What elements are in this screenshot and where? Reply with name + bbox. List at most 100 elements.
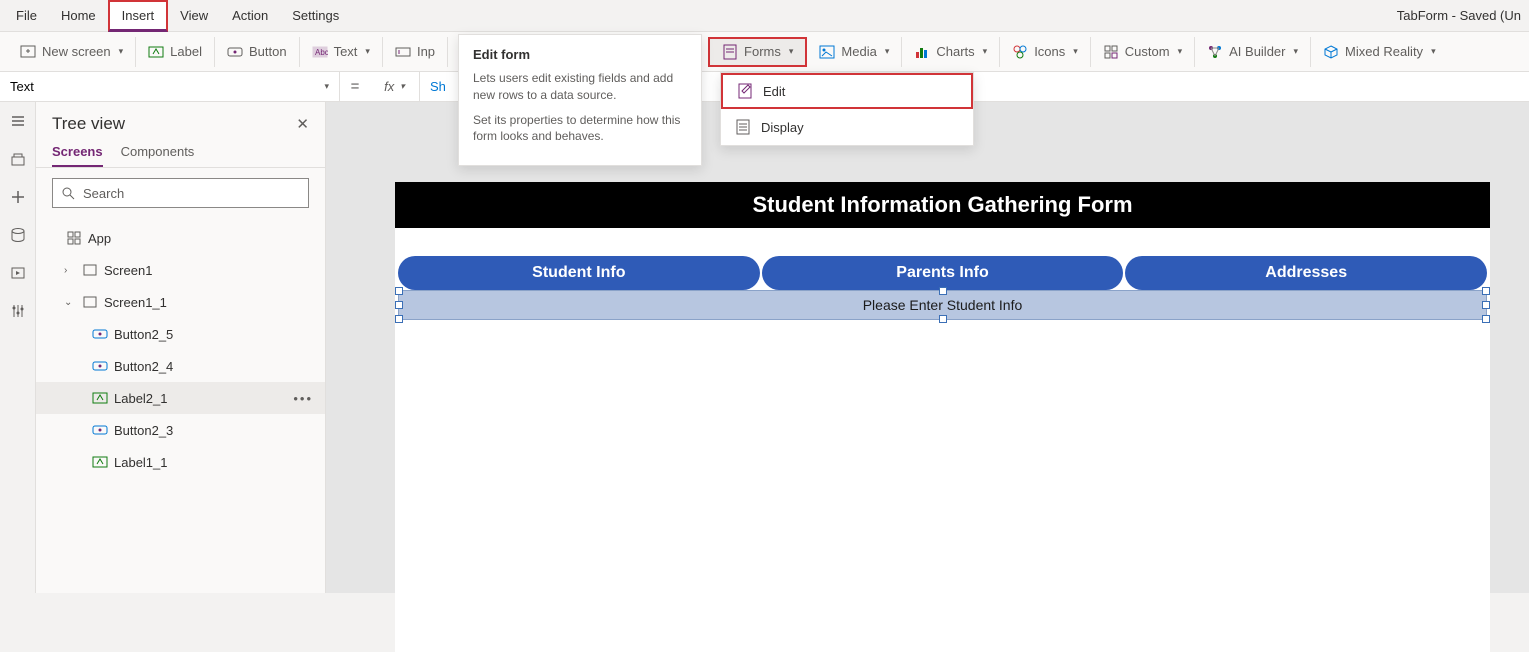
advanced-icon[interactable] <box>9 302 27 320</box>
new-screen-icon <box>20 44 36 60</box>
placeholder-text: Please Enter Student Info <box>863 297 1023 313</box>
text-button[interactable]: Abc Text ▾ <box>300 37 383 67</box>
tree-item-button2-5[interactable]: Button2_5 <box>36 318 325 350</box>
tree-item-label2-1[interactable]: Label2_1 ••• <box>36 382 325 414</box>
resize-handle[interactable] <box>1482 287 1490 295</box>
menu-file[interactable]: File <box>4 0 49 32</box>
screen-icon <box>82 294 98 310</box>
property-selector[interactable]: Text ▾ <box>0 72 340 102</box>
chevron-down-icon: ▾ <box>983 46 988 57</box>
button-icon <box>227 44 243 60</box>
resize-handle[interactable] <box>939 287 947 295</box>
label-button[interactable]: Label <box>136 37 215 67</box>
chevron-down-icon: ▾ <box>1178 46 1183 57</box>
menu-action[interactable]: Action <box>220 0 280 32</box>
form-title: Student Information Gathering Form <box>395 182 1490 228</box>
hamburger-icon[interactable] <box>9 112 27 130</box>
tree-item-label1-1[interactable]: Label1_1 <box>36 446 325 478</box>
ai-builder-icon <box>1207 44 1223 60</box>
tree-item-screen1-1[interactable]: ⌄ Screen1_1 <box>36 286 325 318</box>
charts-button[interactable]: Charts ▾ <box>902 37 1000 67</box>
mixed-reality-button[interactable]: Mixed Reality ▾ <box>1311 37 1448 67</box>
insert-icon[interactable] <box>9 188 27 206</box>
icons-label: Icons <box>1034 44 1065 59</box>
menu-view[interactable]: View <box>168 0 220 32</box>
resize-handle[interactable] <box>395 315 403 323</box>
resize-handle[interactable] <box>395 301 403 309</box>
chevron-down-icon: ▾ <box>119 46 124 57</box>
fx-label: fx <box>384 79 394 94</box>
custom-icon <box>1103 44 1119 60</box>
tree-view-icon[interactable] <box>9 150 27 168</box>
ribbon-toolbar: New screen ▾ Label Button Abc Text ▾ Inp… <box>0 32 1529 72</box>
menu-home[interactable]: Home <box>49 0 108 32</box>
chevron-down-icon: ▾ <box>324 81 329 92</box>
search-input[interactable]: Search <box>52 178 309 208</box>
svg-text:Abc: Abc <box>315 48 328 57</box>
chevron-down-icon: ▾ <box>1073 46 1078 57</box>
tree-item-label: Button2_5 <box>114 327 173 342</box>
input-button[interactable]: Inp <box>383 37 448 67</box>
button-button[interactable]: Button <box>215 37 300 67</box>
forms-button[interactable]: Forms ▾ <box>708 37 807 67</box>
tab-components[interactable]: Components <box>121 144 195 167</box>
menu-settings[interactable]: Settings <box>280 0 351 32</box>
selected-label-control[interactable]: Please Enter Student Info <box>398 290 1487 320</box>
custom-button[interactable]: Custom ▾ <box>1091 37 1195 67</box>
menu-insert[interactable]: Insert <box>108 0 169 32</box>
tab-addresses[interactable]: Addresses <box>1125 256 1487 290</box>
search-icon <box>61 186 75 200</box>
dropdown-item-edit[interactable]: Edit <box>721 73 973 109</box>
dropdown-display-label: Display <box>761 120 804 135</box>
fx-button[interactable]: fx ▾ <box>370 72 420 102</box>
ai-builder-button[interactable]: AI Builder ▾ <box>1195 37 1311 67</box>
tab-student-info[interactable]: Student Info <box>398 256 760 290</box>
screen-icon <box>82 262 98 278</box>
resize-handle[interactable] <box>1482 301 1490 309</box>
tree-item-button2-3[interactable]: Button2_3 <box>36 414 325 446</box>
dropdown-item-display[interactable]: Display <box>721 109 973 145</box>
close-icon[interactable]: ✕ <box>296 115 309 133</box>
tree-view-title: Tree view <box>52 114 125 134</box>
search-placeholder: Search <box>83 186 124 201</box>
media-button[interactable]: Media ▾ <box>807 37 902 67</box>
forms-dropdown: Edit Display <box>720 72 974 146</box>
dropdown-edit-label: Edit <box>763 84 785 99</box>
forms-icon <box>722 44 738 60</box>
chevron-down-icon: ▾ <box>885 46 890 57</box>
more-icon[interactable]: ••• <box>293 391 313 406</box>
icons-button[interactable]: Icons ▾ <box>1000 37 1091 67</box>
tree-item-button2-4[interactable]: Button2_4 <box>36 350 325 382</box>
input-icon <box>395 44 411 60</box>
text-label: Text <box>334 44 358 59</box>
tree-item-screen1[interactable]: › Screen1 <box>36 254 325 286</box>
button-icon <box>92 422 108 438</box>
resize-handle[interactable] <box>1482 315 1490 323</box>
mixed-reality-icon <box>1323 44 1339 60</box>
data-icon[interactable] <box>9 226 27 244</box>
resize-handle[interactable] <box>395 287 403 295</box>
left-rail <box>0 102 36 593</box>
property-selector-value: Text <box>10 79 34 94</box>
form-tab-row: Student Info Parents Info Addresses <box>395 256 1490 290</box>
tab-screens[interactable]: Screens <box>52 144 103 167</box>
tree-list: App › Screen1 ⌄ Screen1_1 Button2_5 Butt… <box>36 218 325 482</box>
new-screen-button[interactable]: New screen ▾ <box>8 37 136 67</box>
edit-form-icon <box>737 83 753 99</box>
tree-item-label: Button2_3 <box>114 423 173 438</box>
canvas[interactable]: Student Information Gathering Form Stude… <box>395 182 1490 652</box>
caret-down-icon: ⌄ <box>64 297 76 308</box>
menubar: File Home Insert View Action Settings Ta… <box>0 0 1529 32</box>
chevron-down-icon: ▾ <box>365 46 370 57</box>
equals-sign: = <box>340 78 370 95</box>
document-title: TabForm - Saved (Un <box>1397 8 1521 23</box>
resize-handle[interactable] <box>939 315 947 323</box>
chevron-down-icon: ▾ <box>1431 46 1436 57</box>
tree-item-label: Button2_4 <box>114 359 173 374</box>
label-icon <box>148 44 164 60</box>
tab-parents-info[interactable]: Parents Info <box>762 256 1124 290</box>
button-label: Button <box>249 44 287 59</box>
label-icon <box>92 454 108 470</box>
media-rail-icon[interactable] <box>9 264 27 282</box>
tree-app[interactable]: App <box>36 222 325 254</box>
